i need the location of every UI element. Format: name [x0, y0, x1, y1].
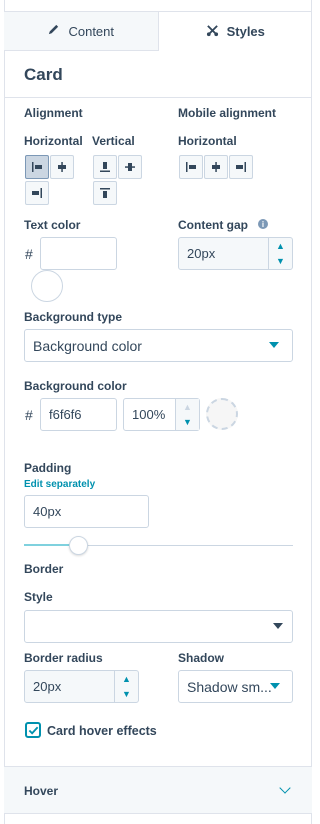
chevron-up-icon[interactable]: ▲ [176, 399, 199, 415]
divider [4, 813, 312, 814]
mobile-alignment-label: Mobile alignment [178, 106, 277, 120]
background-type-label: Background type [24, 310, 123, 324]
background-color-label: Background color [24, 379, 127, 393]
background-type-value: Background color [33, 337, 142, 354]
pencil-icon [47, 23, 60, 39]
section-title: Card [24, 65, 63, 84]
background-color-input[interactable]: f6f6f6 [40, 398, 117, 431]
text-color-label: Text color [24, 218, 81, 232]
background-color-swatch[interactable] [206, 398, 238, 430]
mobile-align-left-button[interactable] [179, 155, 203, 179]
border-label: Border [24, 562, 64, 576]
content-gap-value: 20px [187, 246, 216, 261]
tab-styles[interactable]: Styles [159, 12, 313, 51]
content-gap-stepper: ▲ ▼ [268, 238, 292, 269]
border-style-label: Style [24, 590, 53, 604]
border-style-select[interactable] [24, 610, 293, 643]
mobile-align-center-button[interactable] [204, 155, 228, 179]
align-top-icon [100, 188, 110, 198]
mobile-horizontal-label: Horizontal [178, 134, 237, 148]
align-right-icon [32, 188, 42, 198]
card-hover-label: Card hover effects [47, 724, 157, 738]
tab-styles-label: Styles [226, 24, 265, 39]
mobile-align-right-button[interactable] [229, 155, 253, 179]
align-center-icon [58, 162, 66, 172]
align-left-button[interactable] [25, 155, 49, 179]
align-center-icon [212, 162, 220, 172]
caret-down-icon [270, 683, 280, 689]
divider [4, 97, 312, 98]
valign-bottom-button[interactable] [93, 155, 117, 179]
vertical-label: Vertical [92, 134, 135, 148]
shadow-value: Shadow sm... [187, 678, 272, 695]
alignment-label: Alignment [24, 106, 83, 120]
padding-slider-handle[interactable] [68, 536, 88, 555]
align-middle-icon [125, 163, 135, 171]
align-right-icon [236, 162, 246, 172]
content-gap-label: Content gap [178, 218, 248, 232]
align-left-icon [186, 162, 196, 172]
chevron-up-icon[interactable]: ▲ [269, 238, 292, 254]
align-bottom-icon [100, 162, 110, 172]
tab-content[interactable]: Content [4, 12, 159, 51]
border-radius-value: 20px [33, 679, 62, 694]
chevron-up-icon[interactable]: ▲ [115, 671, 138, 687]
align-left-icon [32, 162, 42, 172]
tab-bar: Content Styles [4, 12, 312, 51]
checkmark-icon [28, 726, 38, 735]
text-color-swatch[interactable] [31, 270, 63, 302]
tab-content-label: Content [68, 23, 115, 39]
align-right-button[interactable] [25, 181, 49, 205]
valign-middle-button[interactable] [118, 155, 142, 179]
card-hover-checkbox[interactable] [25, 722, 41, 738]
shadow-label: Shadow [178, 651, 225, 665]
caret-down-icon [273, 623, 283, 629]
info-icon[interactable]: i [258, 219, 268, 229]
align-center-button[interactable] [50, 155, 74, 179]
background-color-hash: # [25, 407, 33, 423]
panel-top-strip [4, 0, 312, 12]
background-type-select[interactable]: Background color [24, 329, 293, 362]
border-radius-label: Border radius [24, 651, 103, 665]
chevron-down-icon[interactable]: ▼ [115, 687, 138, 703]
horizontal-label: Horizontal [24, 134, 83, 148]
padding-input[interactable]: 40px [24, 495, 149, 528]
chevron-down-icon[interactable]: ▼ [176, 415, 199, 431]
chevron-down-icon[interactable]: ▼ [269, 254, 292, 270]
padding-label: Padding [24, 461, 72, 475]
edit-separately-link[interactable]: Edit separately [24, 479, 95, 490]
text-color-input[interactable] [40, 237, 117, 270]
border-radius-stepper: ▲ ▼ [114, 671, 138, 702]
text-color-hash: # [25, 246, 33, 262]
hover-section-label: Hover [24, 784, 59, 798]
valign-top-button[interactable] [93, 181, 117, 205]
background-opacity-value: 100% [132, 407, 166, 422]
scissors-icon [206, 24, 219, 40]
caret-down-icon [269, 342, 279, 348]
opacity-stepper: ▲ ▼ [175, 399, 199, 430]
